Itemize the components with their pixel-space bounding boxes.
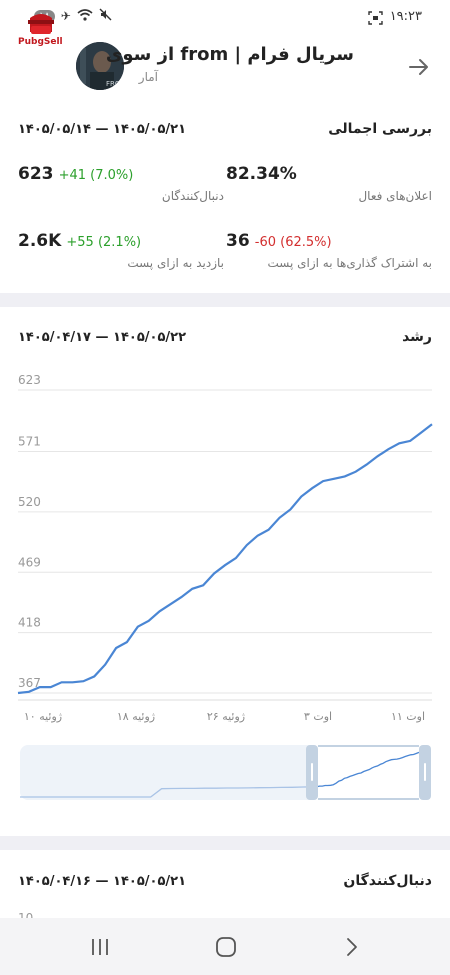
y-tick-label: 623 [18,373,41,387]
back-nav-button[interactable] [342,936,362,962]
growth-date-range: ۱۴۰۵/۰۴/۱۷ — ۱۴۰۵/۰۵/۲۲ [18,330,186,345]
android-nav-bar [0,918,450,975]
wifi-icon [77,8,93,24]
status-bar: ۱۸ ✈ ۱۹:۲۳ [0,0,450,34]
svg-text:FROM: FROM [106,80,124,88]
overview-title: بررسی اجمالی [328,121,432,137]
y-tick-label: 418 [18,616,41,630]
y-tick-label: 571 [18,435,41,449]
x-tick-label: ژوئیه ۱۸ [117,710,155,723]
channel-subtitle: آمار [138,70,158,84]
overview-date-range: ۱۴۰۵/۰۵/۱۴ — ۱۴۰۵/۰۵/۲۱ [18,122,186,137]
metric-views-label: بازدید به ازای پست [127,256,224,270]
x-tick-label: اوت ۱۱ [391,710,425,723]
metric-followers-value: 623 [18,164,54,184]
metric-views: 2.6K +55 (2.1%) [18,231,141,251]
handle-grip-right [424,763,426,781]
metric-shares-value: 36 [226,231,250,251]
home-button[interactable] [214,935,238,963]
back-button[interactable] [406,54,432,80]
recent-apps-button[interactable] [86,936,114,962]
metric-shares: 36 -60 (62.5%) [226,231,332,251]
metric-notifications-label: اعلان‌های فعال [358,189,432,203]
navigator-selection[interactable] [314,745,425,800]
mute-icon [99,8,112,24]
channel-header: FROM سریال فرام | from از سوی آمار [0,34,450,100]
status-time: ۱۹:۲۳ [389,9,422,24]
metric-shares-label: به اشتراک گذاری‌ها به ازای پست [267,256,432,270]
section-separator [0,293,450,307]
recent-apps-icon [92,939,108,955]
growth-chart[interactable]: 367418469520571623 ژوئیه ۱۰ ژوئیه ۱۸ ژوئیه… [0,360,450,810]
y-tick-label: 469 [18,555,41,569]
x-tick-label: ژوئیه ۲۶ [207,710,245,723]
followers-title: دنبال‌کنندگان [343,873,432,889]
channel-title: سریال فرام | from از سوی [105,44,354,65]
followers-date-range: ۱۴۰۵/۰۴/۱۶ — ۱۴۰۵/۰۵/۲۱ [18,874,186,889]
series-line [17,423,433,695]
navigator-bottom-border [318,798,419,800]
y-tick-label: 520 [18,495,41,509]
handle-grip-left [311,763,313,781]
home-icon [216,937,236,957]
x-tick-label: اوت ۳ [304,710,332,723]
chart-x-ticks: ژوئیه ۱۰ ژوئیه ۱۸ ژوئیه ۲۶ اوت ۳ اوت ۱۱ [24,710,425,723]
metric-followers-delta: +41 (7.0%) [58,168,134,183]
metric-shares-delta: -60 (62.5%) [254,235,332,250]
growth-title: رشد [402,329,432,345]
navigator-top-border [318,745,419,747]
section-separator-2 [0,836,450,850]
chart-grid [18,389,432,701]
chart-y-ticks: 367418469520571623 [18,373,41,690]
chevron-right-icon [347,938,357,956]
screen-record-icon [368,10,383,29]
metric-views-value: 2.6K [18,231,62,251]
metric-followers: 623 +41 (7.0%) [18,164,133,184]
x-tick-label: ژوئیه ۱۰ [24,710,62,723]
metric-views-delta: +55 (2.1%) [66,235,142,250]
arrow-right-icon [409,59,428,75]
metric-notifications-value: 82.34% [226,164,297,184]
metric-followers-label: دنبال‌کنندگان [161,189,224,203]
